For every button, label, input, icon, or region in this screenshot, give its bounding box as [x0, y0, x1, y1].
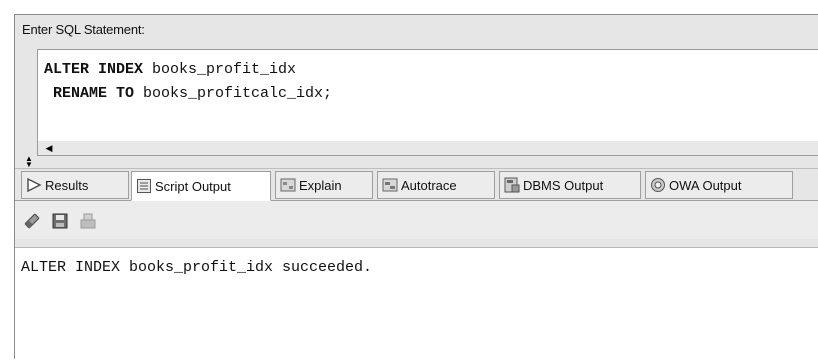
tab-dbms-output[interactable]: DBMS Output	[499, 171, 641, 199]
eraser-icon[interactable]	[23, 212, 41, 230]
tab-label: Autotrace	[401, 177, 457, 193]
tab-label: Results	[45, 177, 89, 193]
explain-plan-icon	[280, 177, 296, 193]
save-icon[interactable]	[51, 212, 69, 230]
sql-statement-label: Enter SQL Statement:	[22, 22, 145, 37]
sql-text: books_profit_idx	[143, 61, 297, 78]
print-icon[interactable]	[79, 212, 97, 230]
dbms-output-icon	[504, 177, 520, 193]
sql-code[interactable]: ALTER INDEX books_profit_idx RENAME TO b…	[44, 58, 332, 106]
sql-editor[interactable]: ALTER INDEX books_profit_idx RENAME TO b…	[37, 49, 818, 143]
tab-script-output[interactable]: Script Output	[131, 171, 271, 201]
tab-owa-output[interactable]: OWA Output	[645, 171, 793, 199]
editor-horizontal-scrollbar[interactable]: ◀	[37, 141, 818, 156]
sql-keyword: ALTER INDEX	[44, 61, 144, 78]
scroll-left-arrow-icon[interactable]: ◀	[42, 143, 56, 153]
tab-explain[interactable]: Explain	[275, 171, 373, 199]
output-toolbar	[15, 201, 818, 239]
script-output-text: ALTER INDEX books_profit_idx succeeded.	[21, 259, 373, 276]
tab-autotrace[interactable]: Autotrace	[377, 171, 495, 199]
tab-label: Explain	[299, 177, 342, 193]
tab-label: Script Output	[155, 178, 231, 194]
splitter-arrows-icon[interactable]: ▲ ▼	[25, 155, 33, 169]
tab-results[interactable]: Results	[21, 171, 129, 199]
autotrace-icon	[382, 177, 398, 193]
pane-splitter[interactable]: ▲ ▼	[15, 155, 818, 169]
tab-label: DBMS Output	[523, 177, 604, 193]
script-output-icon	[136, 178, 152, 194]
results-arrow-icon	[26, 177, 42, 193]
sql-text: books_profitcalc_idx;	[134, 85, 333, 102]
sql-worksheet: Enter SQL Statement: ALTER INDEX books_p…	[14, 14, 818, 360]
sql-keyword: RENAME TO	[44, 85, 135, 102]
tab-label: OWA Output	[669, 177, 742, 193]
script-output-panel[interactable]: ALTER INDEX books_profit_idx succeeded.	[15, 247, 818, 360]
owa-output-icon	[650, 177, 666, 193]
